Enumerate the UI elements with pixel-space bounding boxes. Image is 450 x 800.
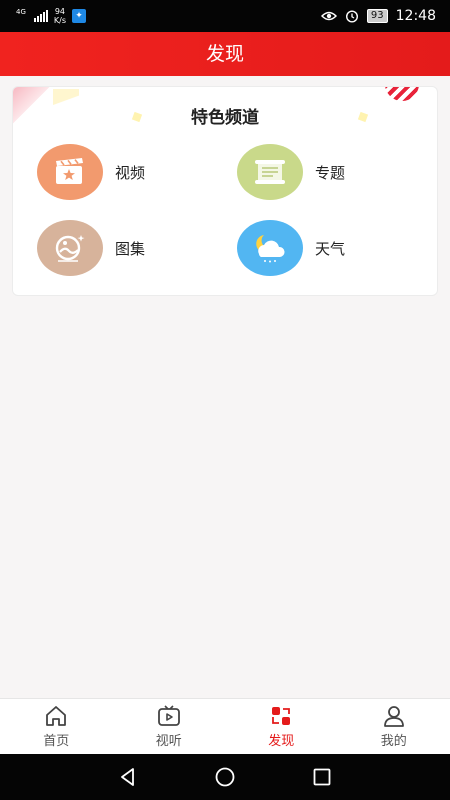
home-icon <box>46 705 67 726</box>
weather-moon-cloud-icon <box>237 220 303 276</box>
status-right: 93 12:48 <box>320 8 436 24</box>
alarm-icon <box>345 10 358 23</box>
network-speed: 94 K/s <box>54 7 66 25</box>
channel-weather[interactable]: 天气 <box>237 220 345 276</box>
speed-unit: K/s <box>53 16 66 25</box>
striped-badge-decoration <box>385 87 419 101</box>
page-title: 发现 <box>0 32 450 76</box>
nav-item-discover[interactable]: 发现 <box>225 699 338 754</box>
channel-label: 视频 <box>115 163 146 182</box>
speed-value: 94 <box>54 7 66 16</box>
app-notification-icon: ✦ <box>72 9 86 23</box>
network-type: 4G <box>16 7 26 16</box>
nav-item-media[interactable]: 视听 <box>113 699 226 754</box>
nav-label: 我的 <box>380 733 407 749</box>
channel-label: 图集 <box>115 239 146 258</box>
profile-icon <box>383 705 404 727</box>
recents-icon[interactable] <box>311 766 333 788</box>
clock: 12:48 <box>395 8 436 24</box>
nav-label: 发现 <box>268 733 295 749</box>
back-icon[interactable] <box>117 766 139 788</box>
bottom-navigation: 首页 视听 发现 我的 <box>0 698 450 754</box>
featured-channels-card: 特色频道 视频 专题 图集 天气 <box>12 86 438 296</box>
eye-comfort-icon <box>320 11 337 21</box>
battery-icon: 93 <box>366 9 388 23</box>
channel-label: 专题 <box>315 163 346 182</box>
video-clapper-icon <box>37 144 103 200</box>
channel-gallery[interactable]: 图集 <box>37 220 145 276</box>
nav-item-home[interactable]: 首页 <box>0 699 113 754</box>
photo-gallery-icon <box>37 220 103 276</box>
nav-label: 首页 <box>43 733 70 749</box>
scroll-icon <box>237 144 303 200</box>
nav-item-profile[interactable]: 我的 <box>338 699 450 754</box>
channel-video[interactable]: 视频 <box>37 144 145 200</box>
tv-play-icon <box>157 704 180 726</box>
home-circle-icon[interactable] <box>214 766 236 788</box>
channel-label: 天气 <box>315 239 346 258</box>
system-navigation-bar <box>0 754 450 800</box>
discover-icon <box>272 706 291 725</box>
signal-icon <box>33 10 48 22</box>
status-left: 4G 94 K/s ✦ <box>16 7 86 25</box>
nav-label: 视听 <box>155 733 182 749</box>
card-title: 特色频道 <box>191 108 259 128</box>
status-bar: 4G 94 K/s ✦ 93 12:48 <box>0 0 450 32</box>
channel-topic[interactable]: 专题 <box>237 144 345 200</box>
